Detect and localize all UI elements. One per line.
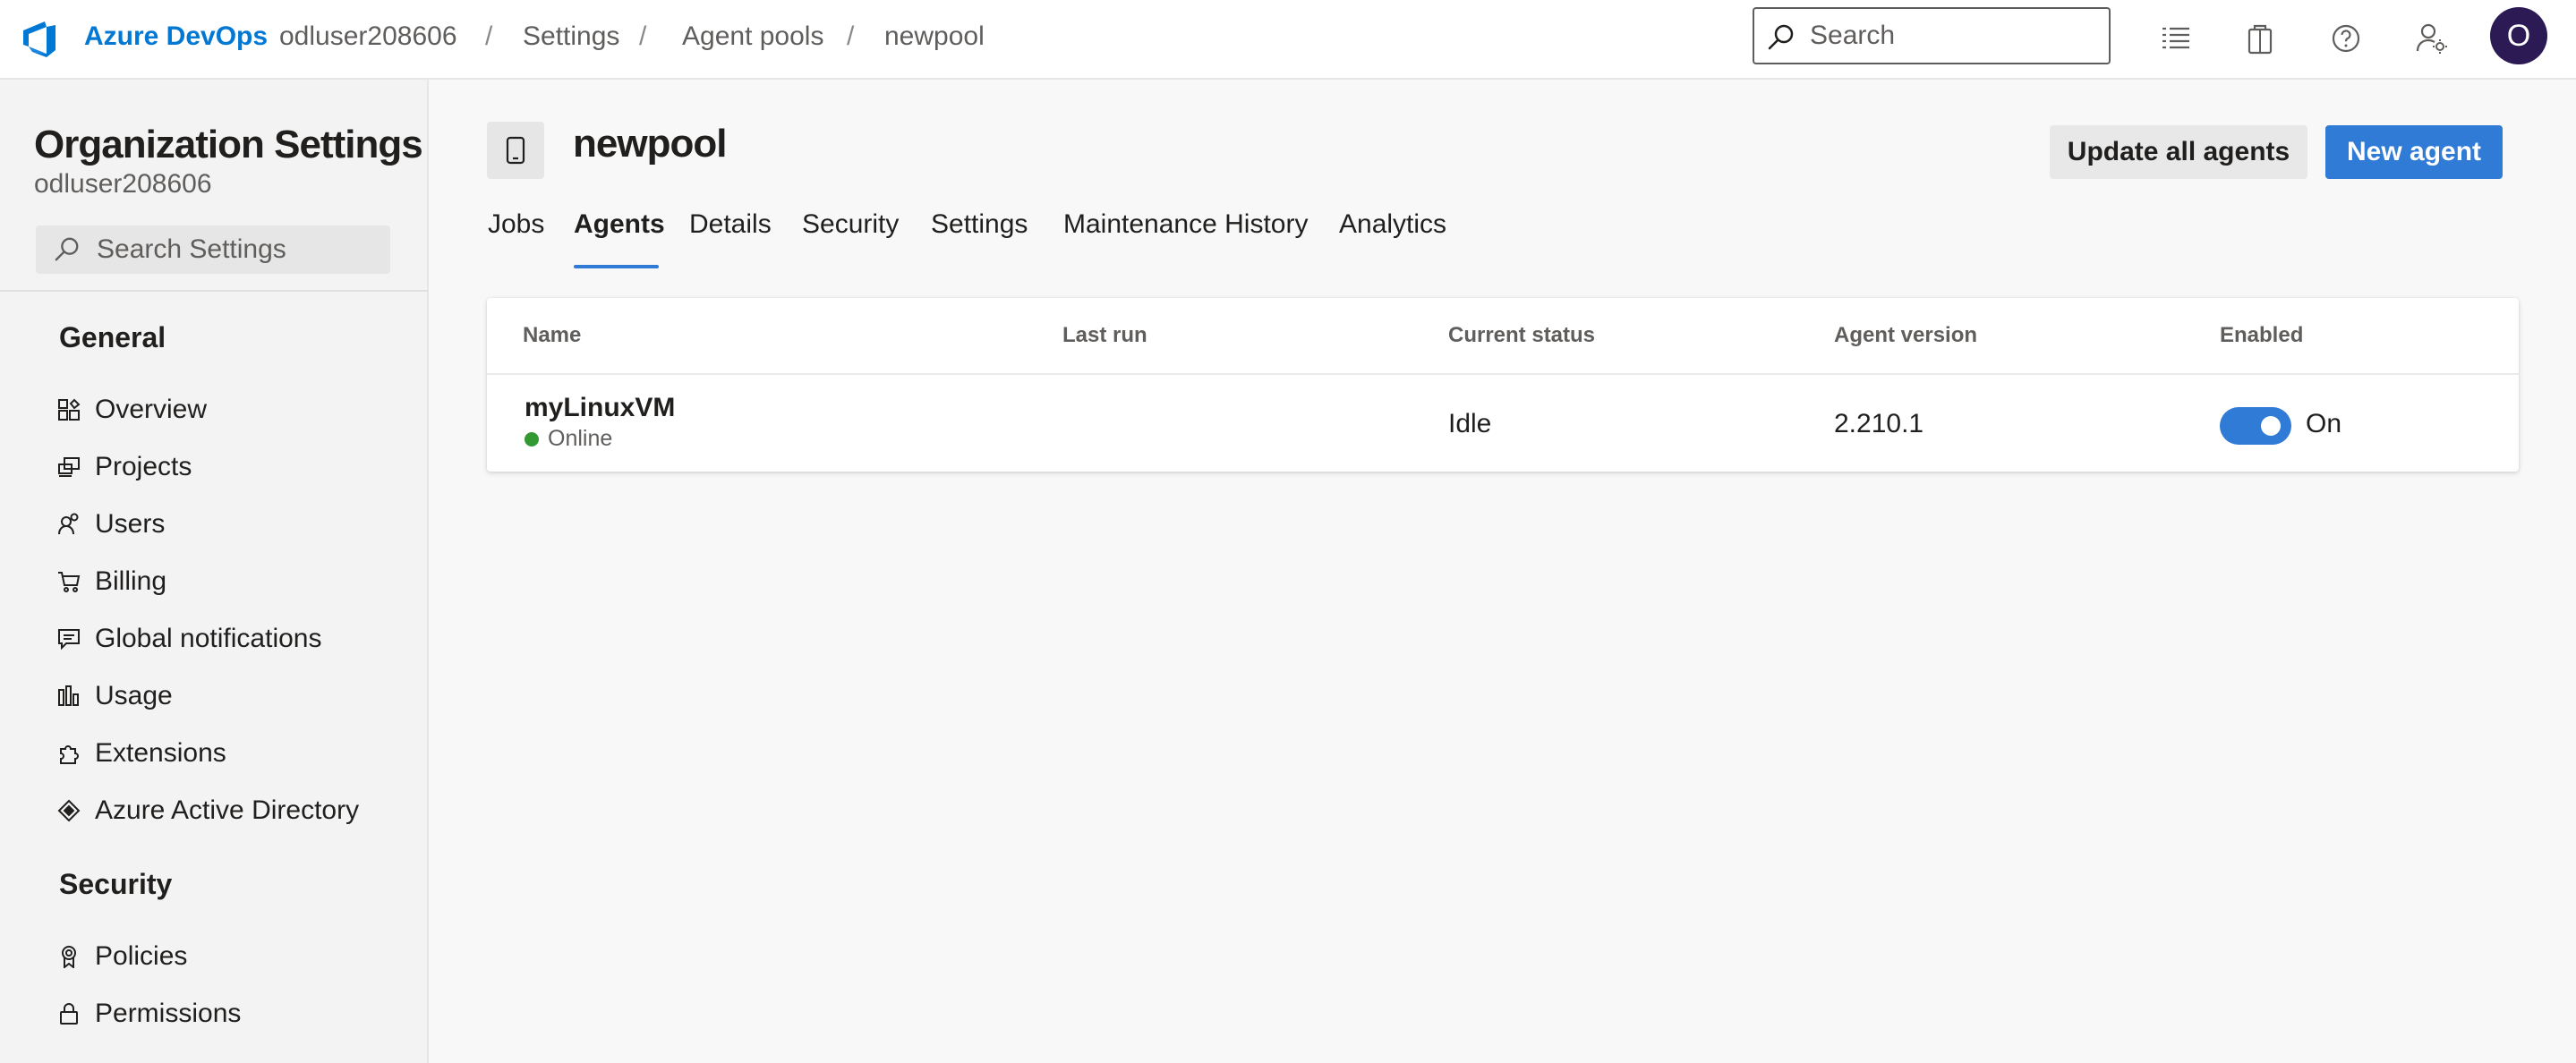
active-tab-indicator	[574, 265, 659, 268]
agent-current-status: Idle	[1448, 409, 1492, 438]
breadcrumb-separator: /	[639, 21, 647, 51]
sidebar-item-users[interactable]: Users	[55, 502, 414, 547]
user-settings-icon[interactable]	[2411, 18, 2452, 59]
sidebar-item-permissions[interactable]: Permissions	[55, 991, 414, 1036]
column-header-current-status[interactable]: Current status	[1448, 323, 1595, 348]
global-search-input[interactable]	[1810, 16, 2096, 55]
agent-online-status-label: Online	[548, 426, 613, 451]
column-header-last-run[interactable]: Last run	[1062, 323, 1147, 348]
search-icon	[55, 237, 79, 261]
column-header-enabled[interactable]: Enabled	[2220, 323, 2303, 348]
projects-icon	[55, 454, 82, 480]
lock-icon	[55, 1000, 82, 1027]
agent-online-status: Online	[525, 426, 612, 452]
user-avatar[interactable]: O	[2490, 7, 2547, 64]
agent-version: 2.210.1	[1834, 409, 1924, 438]
bar-chart-icon	[55, 683, 82, 710]
sidebar-item-label: Overview	[95, 395, 208, 424]
agent-name[interactable]: myLinuxVM	[525, 393, 675, 423]
breadcrumb-settings[interactable]: Settings	[523, 21, 619, 52]
aad-diamond-icon	[55, 797, 82, 824]
overview-icon	[55, 396, 82, 423]
sidebar-item-usage[interactable]: Usage	[55, 674, 414, 719]
breadcrumb-newpool[interactable]: newpool	[884, 21, 985, 52]
settings-sidebar: Organization Settings odluser208606 Gene…	[0, 80, 429, 1063]
tab-jobs[interactable]: Jobs	[488, 209, 544, 270]
column-header-name[interactable]: Name	[523, 323, 581, 348]
settings-search-input[interactable]	[97, 231, 374, 268]
sidebar-item-label: Permissions	[95, 999, 242, 1028]
sidebar-item-label: Azure Active Directory	[95, 795, 360, 825]
breadcrumb-agent-pools[interactable]: Agent pools	[682, 21, 823, 52]
settings-search-box[interactable]	[36, 225, 390, 274]
sidebar-item-label: Billing	[95, 566, 167, 596]
tab-settings[interactable]: Settings	[931, 209, 1028, 270]
column-header-agent-version[interactable]: Agent version	[1834, 323, 1977, 348]
azure-devops-logo-icon[interactable]	[20, 18, 61, 59]
sidebar-item-label: Global notifications	[95, 624, 322, 653]
marketplace-bag-icon[interactable]	[2239, 18, 2281, 59]
agents-table: Name Last run Current status Agent versi…	[487, 298, 2519, 472]
sidebar-item-label: Projects	[95, 452, 192, 481]
sidebar-item-global-notifications[interactable]: Global notifications	[55, 617, 414, 661]
sidebar-item-azure-active-directory[interactable]: Azure Active Directory	[55, 788, 414, 833]
global-search-box[interactable]	[1753, 7, 2111, 64]
tab-security[interactable]: Security	[802, 209, 899, 270]
ribbon-icon	[55, 943, 82, 970]
page-title: newpool	[573, 122, 727, 166]
sidebar-item-label: Extensions	[95, 738, 226, 768]
sidebar-organization-name: odluser208606	[34, 169, 212, 199]
sidebar-item-policies[interactable]: Policies	[55, 934, 414, 979]
sidebar-item-projects[interactable]: Projects	[55, 445, 414, 489]
tab-analytics[interactable]: Analytics	[1339, 209, 1446, 270]
cart-icon	[55, 568, 82, 595]
section-heading-general: General	[59, 321, 166, 353]
tab-maintenance-history[interactable]: Maintenance History	[1063, 209, 1308, 270]
update-all-agents-button[interactable]: Update all agents	[2050, 125, 2307, 179]
brand-name[interactable]: Azure DevOps	[84, 21, 268, 52]
search-icon	[1768, 24, 1794, 50]
sidebar-item-label: Usage	[95, 681, 173, 710]
sidebar-item-label: Policies	[95, 941, 188, 971]
task-list-icon[interactable]	[2155, 18, 2196, 59]
agent-enabled-toggle[interactable]	[2220, 407, 2291, 445]
breadcrumb-organization[interactable]: odluser208606	[279, 21, 457, 52]
sidebar-divider	[0, 290, 429, 292]
puzzle-icon	[55, 740, 82, 767]
toggle-knob	[2261, 416, 2281, 436]
new-agent-button[interactable]: New agent	[2325, 125, 2503, 179]
section-heading-security: Security	[59, 868, 173, 900]
tab-agents[interactable]: Agents	[574, 209, 665, 270]
comment-icon	[55, 625, 82, 652]
users-icon	[55, 511, 82, 538]
sidebar-item-label: Users	[95, 509, 166, 539]
tab-details[interactable]: Details	[689, 209, 772, 270]
top-bar: Azure DevOps odluser208606 / Settings / …	[0, 0, 2576, 80]
online-status-dot-icon	[525, 431, 539, 446]
sidebar-item-overview[interactable]: Overview	[55, 387, 414, 432]
agent-pool-device-icon	[487, 122, 544, 179]
agent-enabled-label: On	[2306, 409, 2342, 438]
sidebar-item-extensions[interactable]: Extensions	[55, 731, 414, 776]
header-divider	[487, 373, 2519, 375]
sidebar-title: Organization Settings	[34, 123, 423, 166]
breadcrumb-separator: /	[485, 21, 493, 51]
breadcrumb-separator: /	[847, 21, 855, 51]
sidebar-item-billing[interactable]: Billing	[55, 559, 414, 604]
help-icon[interactable]	[2325, 18, 2367, 59]
